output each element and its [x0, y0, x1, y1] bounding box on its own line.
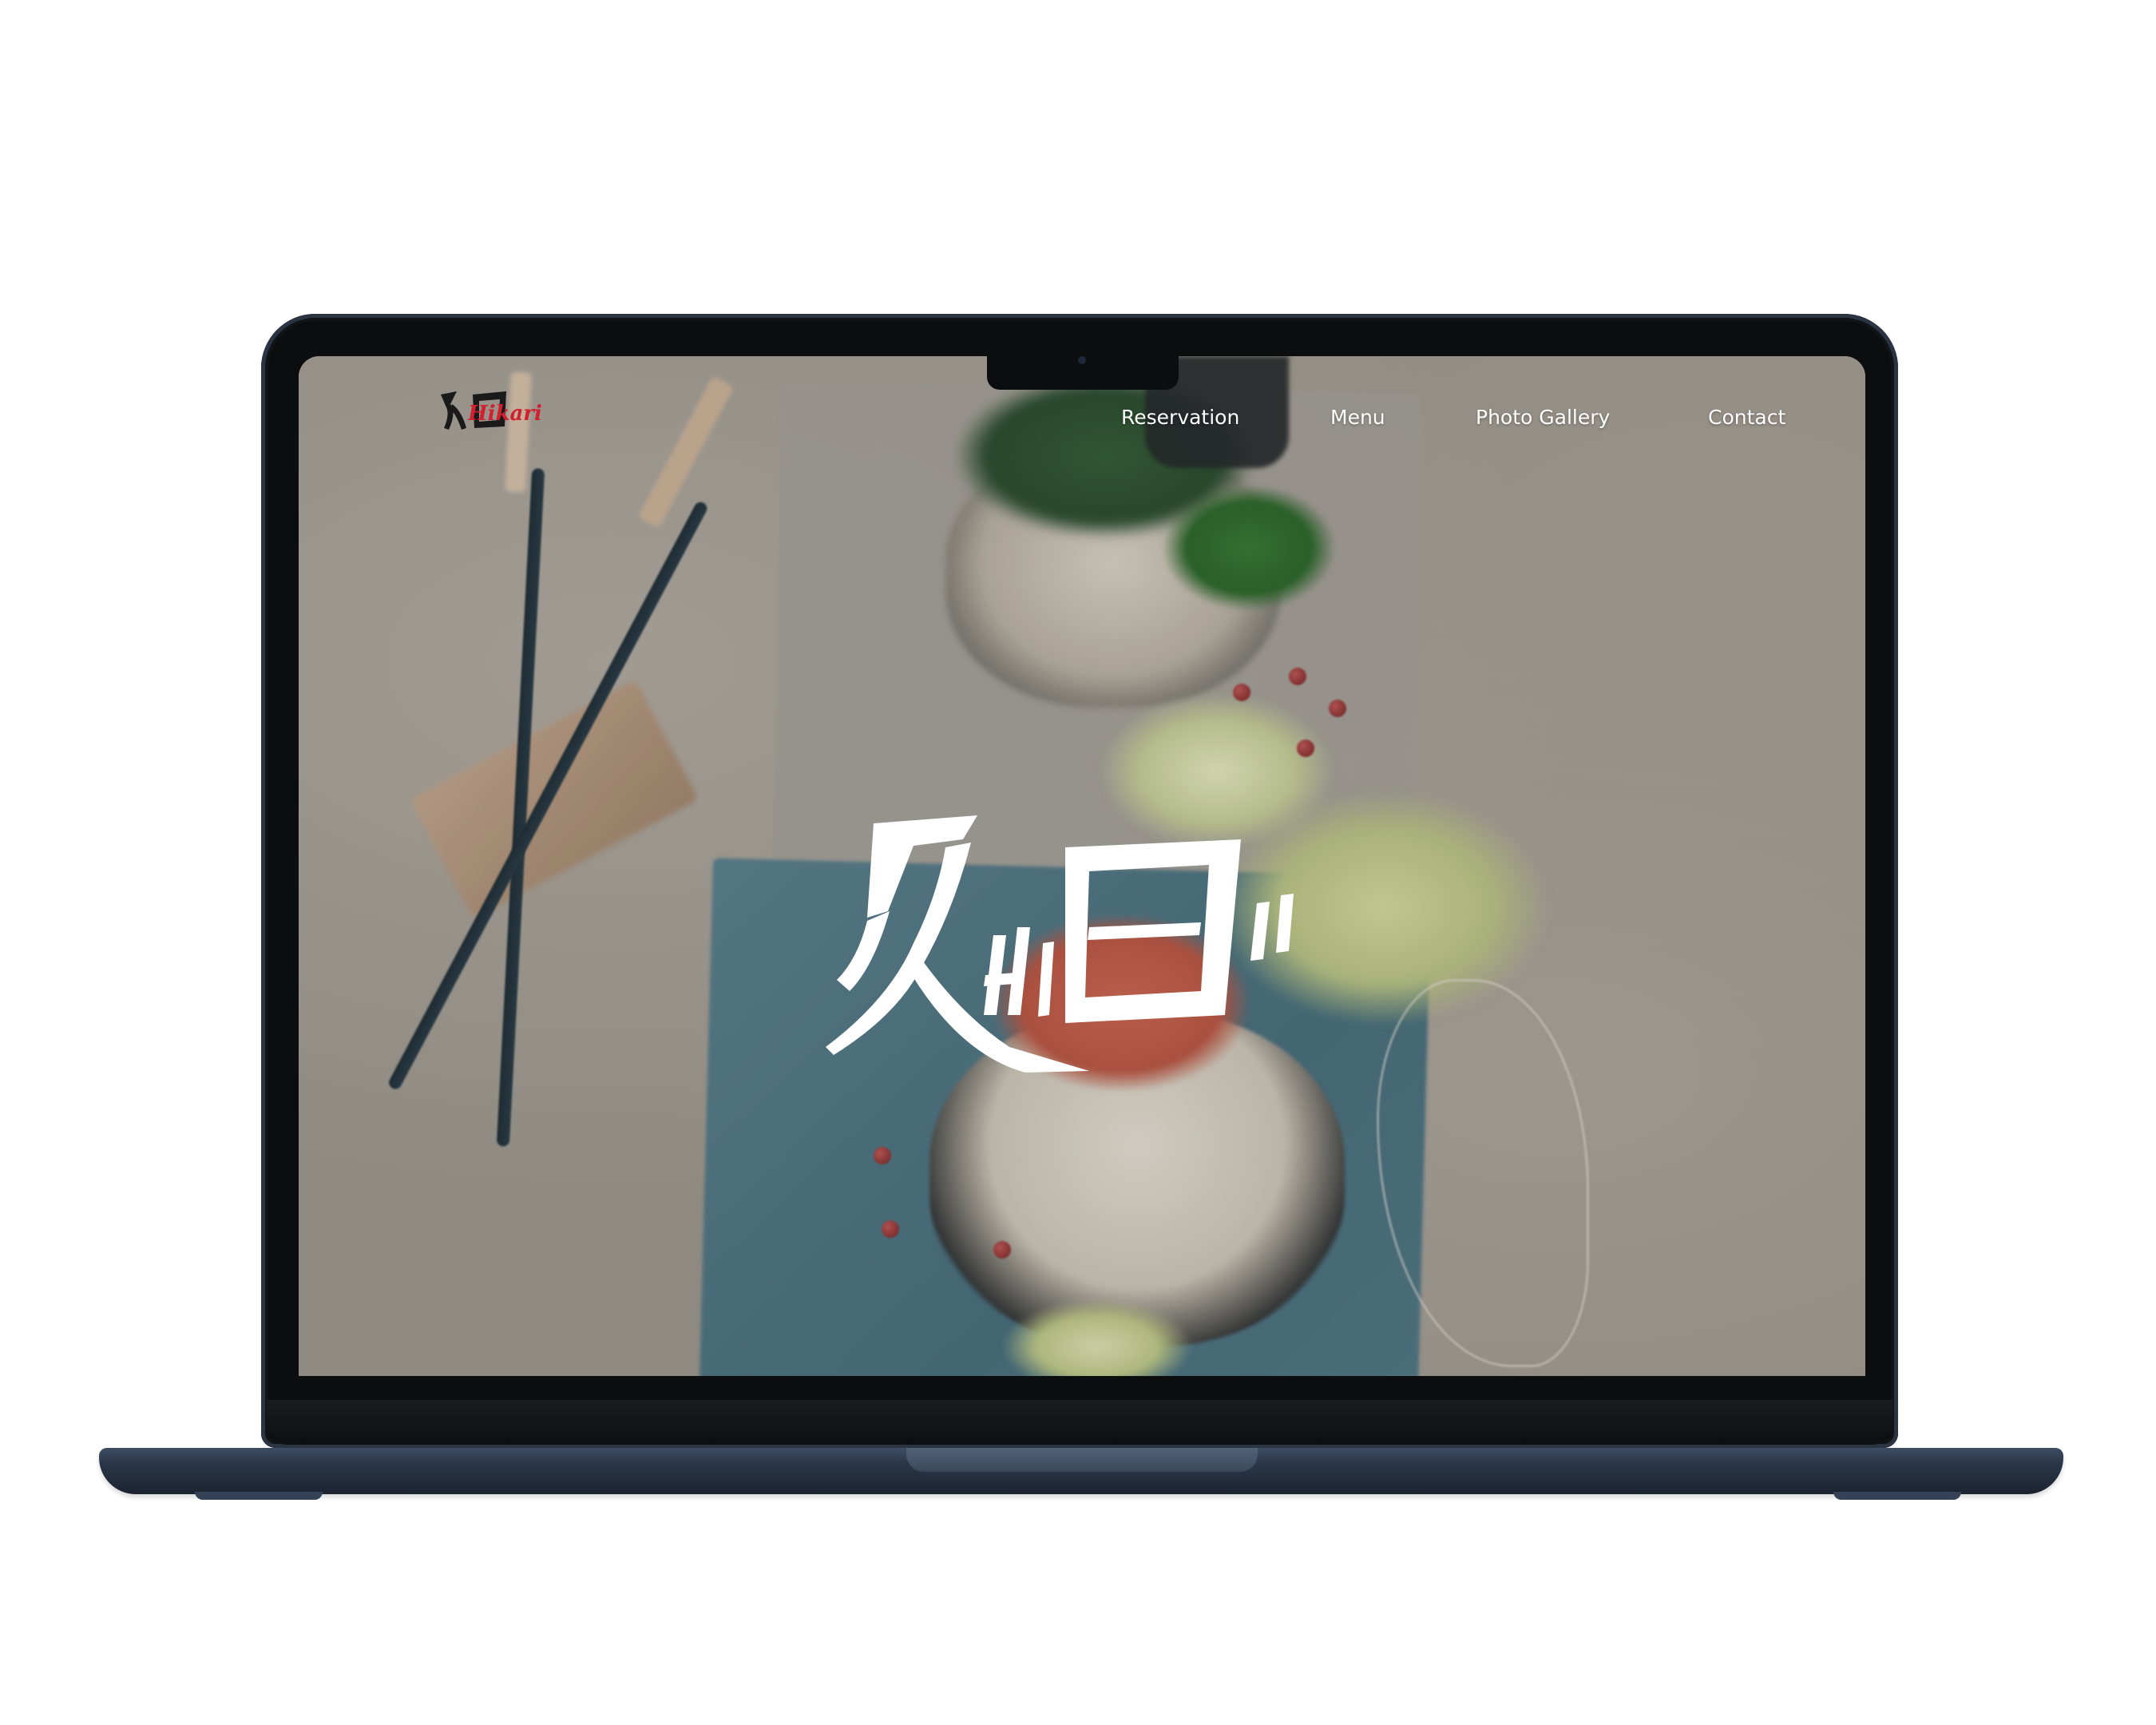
brand-logo-text: Hikari: [467, 402, 542, 426]
camera-notch: [987, 356, 1179, 390]
hero-logo: [826, 815, 1294, 1073]
laptop-foot-right: [1833, 1492, 1961, 1500]
laptop-chin: [267, 1400, 1892, 1445]
nav-photo-gallery-link[interactable]: Photo Gallery: [1476, 406, 1610, 429]
laptop-screen: Hikari Reservation Menu Photo Gallery Co…: [299, 356, 1865, 1376]
brand-logo[interactable]: Hikari: [433, 380, 545, 444]
nav-contact-link[interactable]: Contact: [1708, 406, 1785, 429]
nav-reservation-link[interactable]: Reservation: [1121, 406, 1239, 429]
nav-menu-link[interactable]: Menu: [1330, 406, 1385, 429]
laptop-foot-left: [195, 1492, 323, 1500]
laptop-opening-notch: [906, 1448, 1258, 1472]
camera-icon: [1078, 356, 1086, 364]
